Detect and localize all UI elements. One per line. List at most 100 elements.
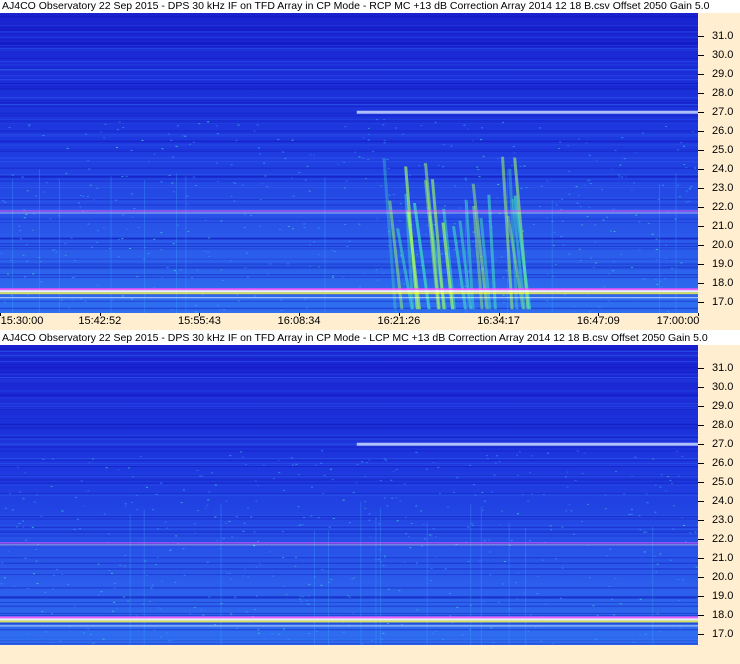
noise-speckle — [119, 564, 122, 566]
noise-speckle — [182, 135, 185, 137]
noise-speckle — [430, 580, 433, 582]
y-tick — [698, 386, 704, 388]
noise-speckle — [196, 510, 199, 512]
noise-row — [0, 167, 698, 169]
noise-speckle — [150, 587, 153, 589]
noise-speckle — [31, 229, 34, 231]
noise-streak — [508, 522, 510, 645]
noise-speckle — [122, 127, 125, 129]
interference-line — [0, 210, 698, 212]
noise-speckle — [492, 642, 495, 644]
noise-row — [0, 263, 698, 265]
noise-speckle — [600, 189, 603, 191]
noise-speckle — [4, 507, 7, 509]
noise-speckle — [328, 526, 331, 528]
noise-speckle — [690, 186, 693, 188]
noise-speckle — [383, 458, 386, 460]
noise-speckle — [532, 223, 535, 225]
noise-speckle — [432, 462, 435, 464]
noise-speckle — [549, 525, 552, 527]
noise-speckle — [19, 491, 22, 493]
noise-speckle — [321, 450, 324, 452]
frequency-axis-lcp: 31.0 30.0 29.0 28.0 27.0 26.0 25.0 24.0 23.0 22.0… — [698, 345, 740, 645]
noise-speckle — [483, 601, 486, 603]
noise-row — [0, 157, 698, 159]
noise-speckle — [635, 214, 638, 216]
noise-speckle — [361, 461, 364, 463]
noise-speckle — [172, 243, 175, 245]
noise-speckle — [235, 140, 238, 142]
noise-speckle — [193, 606, 196, 608]
noise-speckle — [342, 276, 345, 278]
noise-speckle — [619, 164, 622, 166]
noise-speckle — [237, 124, 240, 126]
noise-speckle — [332, 276, 335, 278]
noise-speckle — [55, 251, 58, 253]
noise-speckle — [87, 223, 90, 225]
noise-speckle — [259, 153, 262, 155]
y-tick-label: 21.0 — [712, 551, 734, 564]
noise-speckle — [32, 273, 35, 275]
noise-speckle — [681, 455, 684, 457]
noise-speckle — [677, 184, 680, 186]
noise-speckle — [118, 121, 121, 123]
noise-speckle — [625, 175, 628, 177]
noise-speckle — [87, 628, 90, 630]
noise-speckle — [292, 195, 295, 197]
noise-speckle — [520, 187, 523, 189]
noise-speckle — [76, 518, 79, 520]
noise-speckle — [565, 510, 568, 512]
noise-speckle — [216, 125, 219, 127]
y-tick-label: 19.0 — [712, 257, 734, 270]
noise-speckle — [8, 127, 11, 129]
noise-row — [0, 381, 698, 383]
noise-speckle — [214, 623, 217, 625]
noise-speckle — [18, 225, 21, 227]
noise-speckle — [18, 523, 21, 525]
noise-speckle — [60, 299, 63, 301]
noise-speckle — [665, 257, 668, 259]
noise-speckle — [354, 151, 357, 153]
noise-row — [0, 353, 698, 355]
noise-speckle — [170, 309, 173, 311]
noise-speckle — [607, 300, 610, 302]
noise-speckle — [396, 520, 399, 522]
noise-speckle — [375, 269, 378, 271]
noise-speckle — [685, 541, 688, 543]
noise-speckle — [317, 254, 320, 256]
noise-row — [0, 395, 698, 397]
noise-speckle — [431, 632, 434, 634]
y-tick — [698, 225, 704, 227]
noise-row — [0, 237, 698, 239]
noise-row — [0, 43, 698, 45]
noise-speckle — [364, 476, 367, 478]
noise-speckle — [658, 630, 661, 632]
noise-speckle — [230, 578, 233, 580]
noise-speckle — [420, 510, 423, 512]
noise-speckle — [422, 523, 425, 525]
noise-speckle — [137, 630, 140, 632]
noise-speckle — [655, 248, 658, 250]
noise-speckle — [454, 185, 457, 187]
noise-speckle — [404, 516, 407, 518]
noise-speckle — [214, 484, 217, 486]
noise-speckle — [383, 139, 386, 141]
noise-speckle — [416, 254, 419, 256]
noise-speckle — [92, 642, 95, 644]
noise-speckle — [96, 284, 99, 286]
noise-speckle — [598, 306, 601, 308]
noise-speckle — [527, 631, 530, 633]
noise-row — [0, 418, 698, 420]
y-tick — [698, 500, 704, 502]
noise-speckle — [496, 197, 499, 199]
noise-row — [0, 581, 698, 583]
noise-row — [0, 243, 698, 245]
noise-speckle — [365, 178, 368, 180]
y-tick-label: 22.0 — [712, 532, 734, 545]
noise-speckle — [183, 574, 186, 576]
noise-speckle — [502, 583, 505, 585]
noise-speckle — [358, 156, 361, 158]
noise-speckle — [560, 209, 563, 211]
noise-speckle — [245, 252, 248, 254]
noise-speckle — [362, 273, 365, 275]
